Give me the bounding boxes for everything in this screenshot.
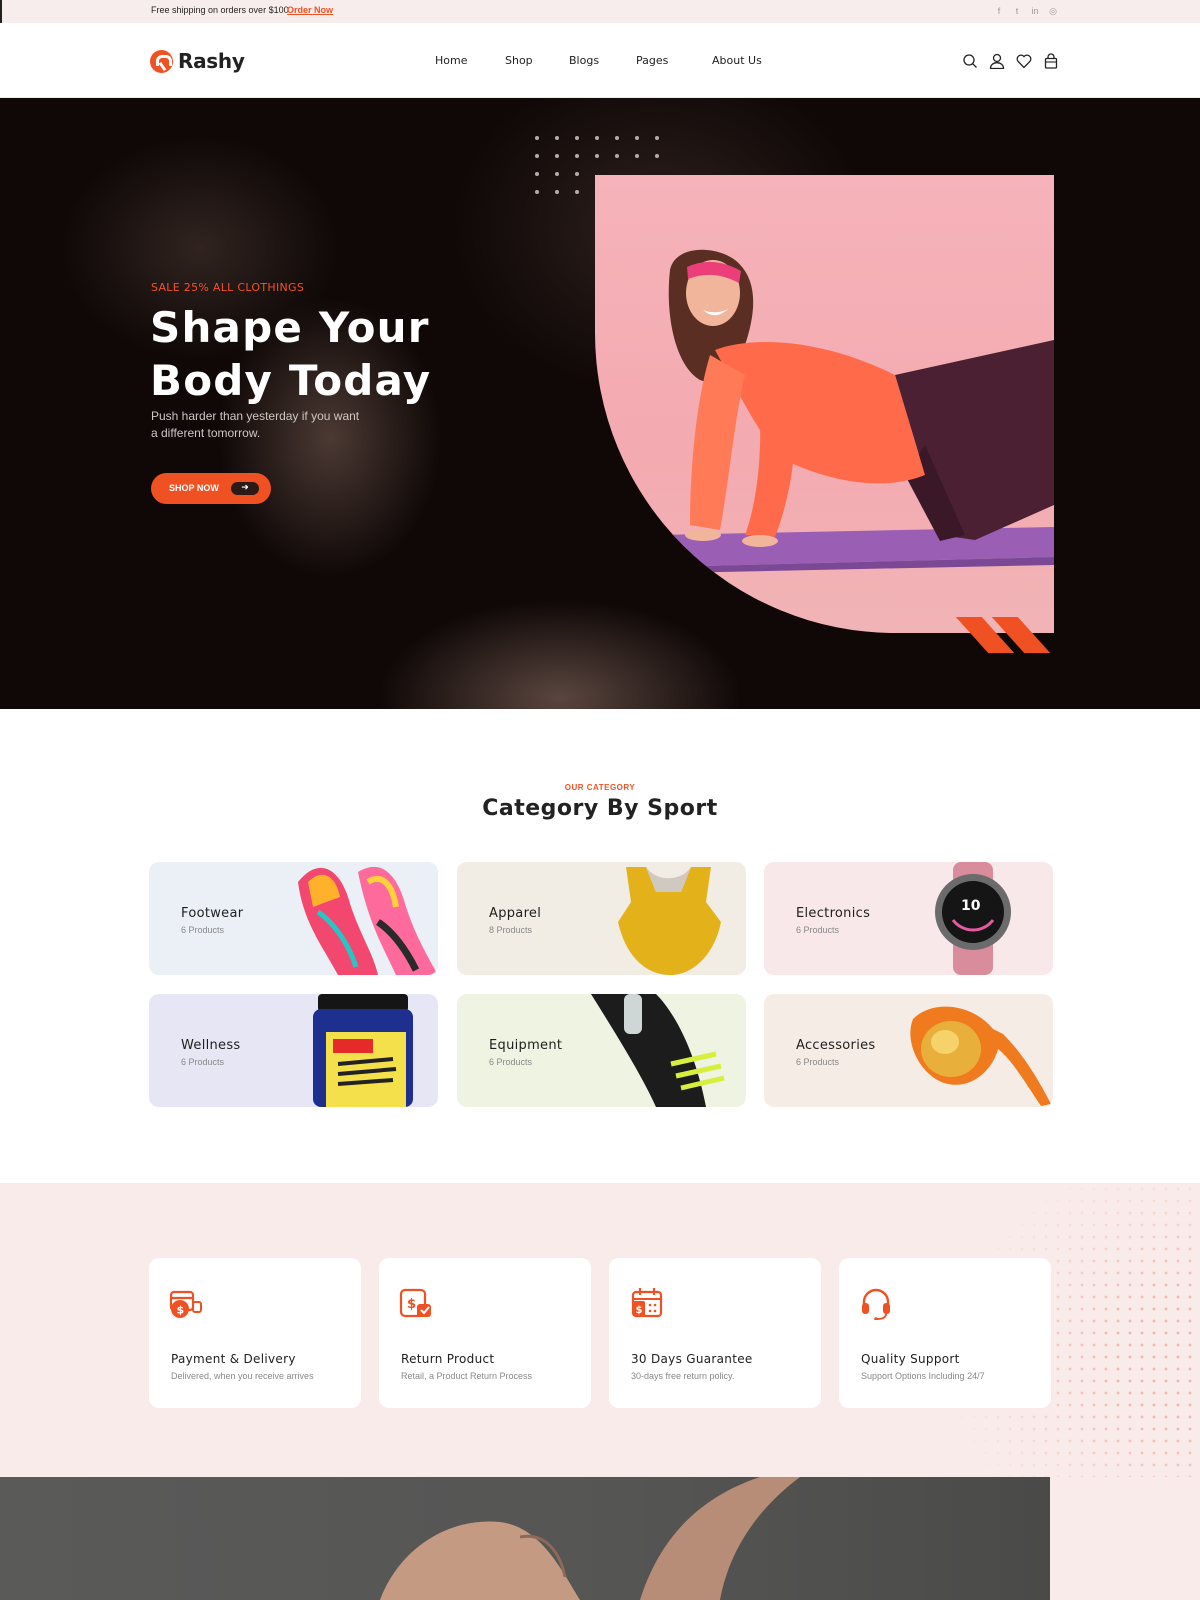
hero-sale-tag: SALE 25% ALL CLOTHINGS xyxy=(151,281,305,294)
search-icon[interactable] xyxy=(962,53,978,69)
feature-title: 30 Days Guarantee xyxy=(631,1352,753,1366)
feature-desc: Support Options Including 24/7 xyxy=(861,1371,985,1381)
category-card-wellness[interactable]: Wellness 6 Products xyxy=(149,994,438,1107)
svg-text:$: $ xyxy=(636,1305,643,1316)
smartwatch-image: 10 xyxy=(935,862,1011,975)
category-count: 6 Products xyxy=(181,1057,225,1067)
linkedin-icon[interactable]: in xyxy=(1031,6,1039,17)
hero-image xyxy=(595,175,1054,633)
facebook-icon[interactable]: f xyxy=(995,6,1003,17)
shop-now-button[interactable]: SHOP NOW ➜ xyxy=(151,473,271,504)
feature-desc: Delivered, when you receive arrives xyxy=(171,1371,314,1381)
category-count: 8 Products xyxy=(489,925,533,935)
hero-subtitle: Push harder than yesterday if you want a… xyxy=(151,409,360,440)
feature-title: Quality Support xyxy=(861,1352,960,1366)
top-bar: Free shipping on orders over $100 Order … xyxy=(0,0,1200,23)
nav-about-us[interactable]: About Us xyxy=(712,54,762,67)
category-eyebrow: OUR CATEGORY xyxy=(564,783,636,792)
shop-now-label: SHOP NOW xyxy=(169,483,219,493)
social-links: f t in ◎ xyxy=(995,6,1057,17)
arrow-right-icon: ➜ xyxy=(231,482,259,495)
payment-icon: $ xyxy=(169,1290,202,1318)
headset-icon xyxy=(862,1288,890,1320)
hero-title: Shape Your Body Today xyxy=(150,303,432,405)
category-name: Apparel xyxy=(489,906,542,921)
nav-home[interactable]: Home xyxy=(435,54,467,67)
sneakers-image xyxy=(298,866,438,975)
return-icon: $ xyxy=(399,1288,431,1318)
features-section: $ Payment & Delivery Delivered, when you… xyxy=(0,1183,1200,1477)
feature-card-return: $ Return Product Retail, a Product Retur… xyxy=(379,1258,591,1408)
order-now-link[interactable]: Order Now xyxy=(287,5,333,15)
promo-banner-image xyxy=(0,1477,1050,1600)
twitter-icon[interactable]: t xyxy=(1013,6,1021,17)
category-name: Footwear xyxy=(181,906,244,921)
hydration-belt-image xyxy=(591,994,725,1107)
category-name: Wellness xyxy=(181,1038,241,1053)
feature-card-payment: $ Payment & Delivery Delivered, when you… xyxy=(149,1258,361,1408)
sunglasses-image xyxy=(910,1006,1051,1106)
category-card-footwear[interactable]: Footwear 6 Products xyxy=(149,862,438,975)
svg-text:$: $ xyxy=(407,1297,416,1312)
feature-desc: Retail, a Product Return Process xyxy=(401,1371,533,1381)
category-count: 6 Products xyxy=(796,925,840,935)
category-count: 6 Products xyxy=(489,1057,533,1067)
nav-blogs[interactable]: Blogs xyxy=(569,54,599,67)
header-icons xyxy=(962,53,1059,69)
category-count: 6 Products xyxy=(181,925,225,935)
svg-text:$: $ xyxy=(177,1304,185,1317)
category-card-electronics[interactable]: Electronics 6 Products 10 xyxy=(764,862,1053,975)
nav-pages[interactable]: Pages xyxy=(636,54,668,67)
category-card-equipment[interactable]: Equipment 6 Products xyxy=(457,994,746,1107)
site-header: Rashy Home Shop Blogs Pages About Us xyxy=(0,23,1200,98)
decorative-stripes xyxy=(955,617,1060,653)
category-card-accessories[interactable]: Accessories 6 Products xyxy=(764,994,1053,1107)
free-shipping-text: Free shipping on orders over $100 xyxy=(151,5,289,15)
calendar-guarantee-icon: $ xyxy=(631,1288,663,1318)
category-name: Electronics xyxy=(796,906,871,921)
feature-card-support: Quality Support Support Options Includin… xyxy=(839,1258,1051,1408)
category-title: Category By Sport xyxy=(482,796,718,821)
feature-title: Return Product xyxy=(401,1352,495,1366)
feature-desc: 30-days free return policy. xyxy=(631,1371,735,1381)
sports-bra-image xyxy=(618,867,721,975)
category-count: 6 Products xyxy=(796,1057,840,1067)
category-card-apparel[interactable]: Apparel 8 Products xyxy=(457,862,746,975)
woman-exercising-image xyxy=(655,249,1054,573)
nav-shop[interactable]: Shop xyxy=(505,54,533,67)
feature-title: Payment & Delivery xyxy=(171,1352,296,1366)
supplement-bottle-image xyxy=(313,994,413,1107)
svg-text:10: 10 xyxy=(961,898,981,914)
category-name: Accessories xyxy=(796,1038,876,1053)
user-icon[interactable] xyxy=(989,53,1005,69)
heart-icon[interactable] xyxy=(1016,53,1032,69)
banner-side-background xyxy=(1050,1477,1200,1600)
feature-card-guarantee: $ 30 Days Guarantee 30-days free return … xyxy=(609,1258,821,1408)
legs-photo xyxy=(380,1477,800,1600)
instagram-icon[interactable]: ◎ xyxy=(1049,6,1057,17)
bag-icon[interactable] xyxy=(1043,53,1059,69)
category-name: Equipment xyxy=(489,1038,563,1053)
hero-section: SALE 25% ALL CLOTHINGS Shape Your Body T… xyxy=(0,98,1200,709)
